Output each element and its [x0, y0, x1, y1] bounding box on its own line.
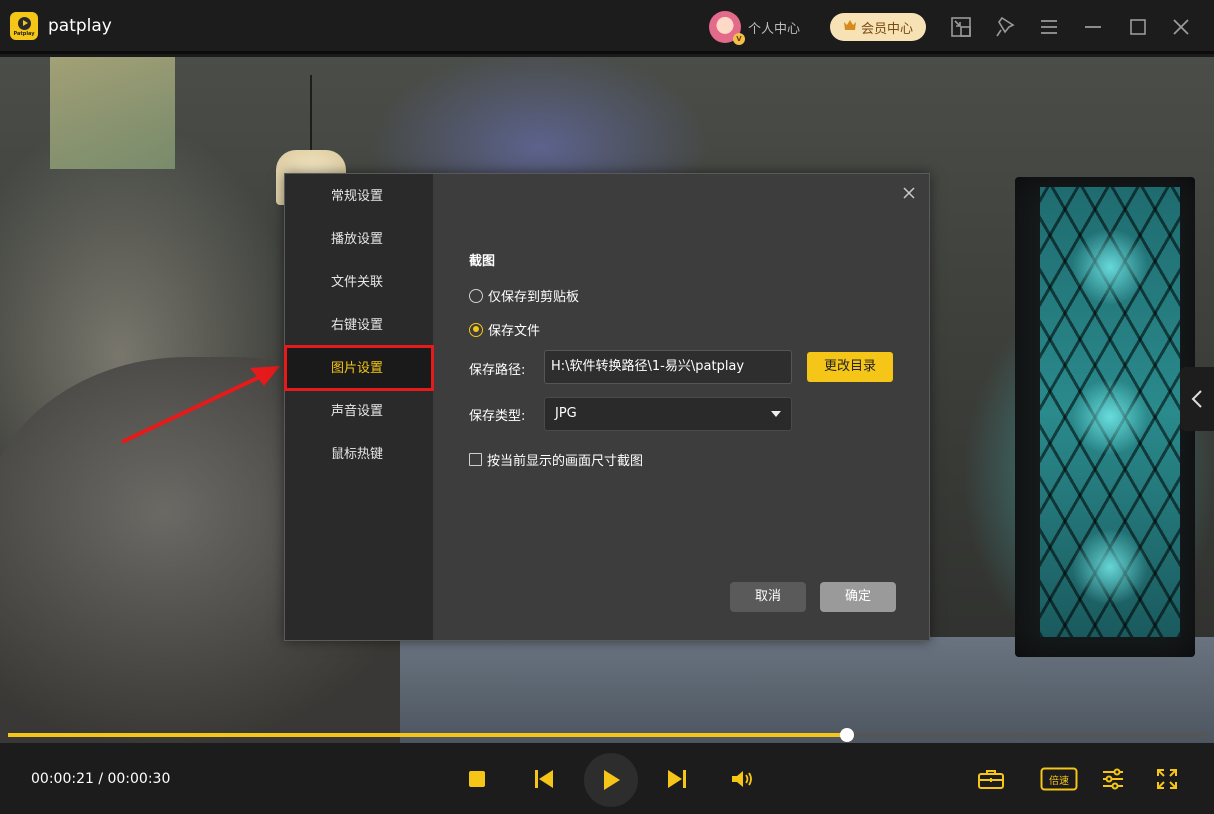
time-display: 00:00:21 / 00:00:30 — [31, 771, 171, 787]
play-button[interactable] — [584, 753, 638, 807]
pin-icon[interactable] — [992, 14, 1018, 40]
nav-image-settings[interactable]: 图片设置 — [285, 347, 433, 390]
adjust-settings-icon[interactable] — [1100, 766, 1126, 792]
screen-size-capture-option[interactable]: 按当前显示的画面尺寸截图 — [469, 450, 643, 469]
option-save-file[interactable]: 保存文件 — [469, 320, 540, 339]
nav-mouse-hotkeys[interactable]: 鼠标热键 — [285, 433, 433, 476]
radio-save-file[interactable] — [469, 322, 483, 337]
close-icon[interactable] — [1168, 14, 1194, 40]
nav-audio[interactable]: 声音设置 — [285, 390, 433, 433]
settings-nav: 常规设置 播放设置 文件关联 右键设置 图片设置 声音设置 鼠标热键 — [285, 174, 433, 640]
annotation-arrow — [121, 366, 280, 444]
play-icon — [604, 770, 620, 790]
progress-knob[interactable] — [839, 728, 854, 742]
speed-label: 倍速 — [1049, 775, 1069, 787]
side-panel-toggle[interactable] — [1180, 367, 1214, 431]
settings-content: 截图 仅保存到剪贴板 保存文件 保存路径: H:\软件转换路径\1-易兴\pat… — [433, 174, 929, 640]
save-type-label: 保存类型: — [469, 409, 526, 424]
save-path-label: 保存路径: — [469, 363, 526, 378]
app-title: patplay — [48, 16, 112, 36]
maximize-icon[interactable] — [1125, 14, 1151, 40]
toolbox-icon[interactable] — [976, 766, 1006, 792]
logo-text: Patplay — [13, 30, 35, 37]
playback-speed-button[interactable]: 倍速 — [1040, 766, 1078, 792]
wall-poster — [50, 57, 175, 169]
save-path-input[interactable]: H:\软件转换路径\1-易兴\patplay — [544, 350, 792, 384]
nav-context-menu[interactable]: 右键设置 — [285, 304, 433, 347]
option-save-file-label: 保存文件 — [488, 324, 541, 339]
minimize-icon[interactable] — [1080, 14, 1106, 40]
title-bar: Patplay patplay V 个人中心 会员中心 — [0, 0, 1214, 54]
ok-button[interactable]: 确定 — [820, 582, 896, 612]
progress-fill — [8, 733, 847, 737]
option-clipboard-label: 仅保存到剪贴板 — [488, 290, 580, 305]
pc-fans-glow — [1040, 187, 1180, 637]
dropdown-caret-icon — [771, 411, 781, 417]
crown-icon — [843, 19, 857, 35]
vip-center-label: 会员中心 — [860, 21, 913, 37]
save-type-value: JPG — [555, 406, 577, 421]
next-icon[interactable] — [665, 767, 689, 791]
save-type-select[interactable]: JPG — [544, 397, 792, 431]
option-clipboard-only[interactable]: 仅保存到剪贴板 — [469, 286, 579, 305]
play-logo-icon — [17, 16, 31, 30]
vip-center-button[interactable]: 会员中心 — [830, 13, 926, 41]
screen-size-checkbox[interactable] — [469, 453, 482, 466]
menu-icon[interactable] — [1036, 14, 1062, 40]
settings-dialog: 常规设置 播放设置 文件关联 右键设置 图片设置 声音设置 鼠标热键 截图 仅保… — [284, 173, 930, 641]
vip-badge: V — [733, 33, 745, 45]
nav-playback[interactable]: 播放设置 — [285, 218, 433, 261]
previous-icon[interactable] — [532, 767, 556, 791]
avatar[interactable]: V — [709, 11, 745, 45]
fullscreen-icon[interactable] — [1154, 766, 1180, 792]
change-directory-button[interactable]: 更改目录 — [807, 352, 893, 382]
progress-bar[interactable] — [8, 728, 1206, 742]
mini-mode-icon[interactable] — [948, 14, 974, 40]
stop-icon[interactable] — [466, 768, 488, 790]
screenshot-section-title: 截图 — [469, 254, 496, 269]
profile-center-link[interactable]: 个人中心 — [748, 18, 800, 37]
player-controls: 00:00:21 / 00:00:30 倍速 — [0, 743, 1214, 814]
nav-file-association[interactable]: 文件关联 — [285, 261, 433, 304]
volume-icon[interactable] — [729, 767, 755, 791]
screen-size-label: 按当前显示的画面尺寸截图 — [487, 454, 644, 469]
cancel-button[interactable]: 取消 — [730, 582, 806, 612]
app-logo: Patplay — [10, 12, 38, 40]
nav-general[interactable]: 常规设置 — [285, 175, 433, 218]
radio-clipboard[interactable] — [469, 288, 483, 303]
